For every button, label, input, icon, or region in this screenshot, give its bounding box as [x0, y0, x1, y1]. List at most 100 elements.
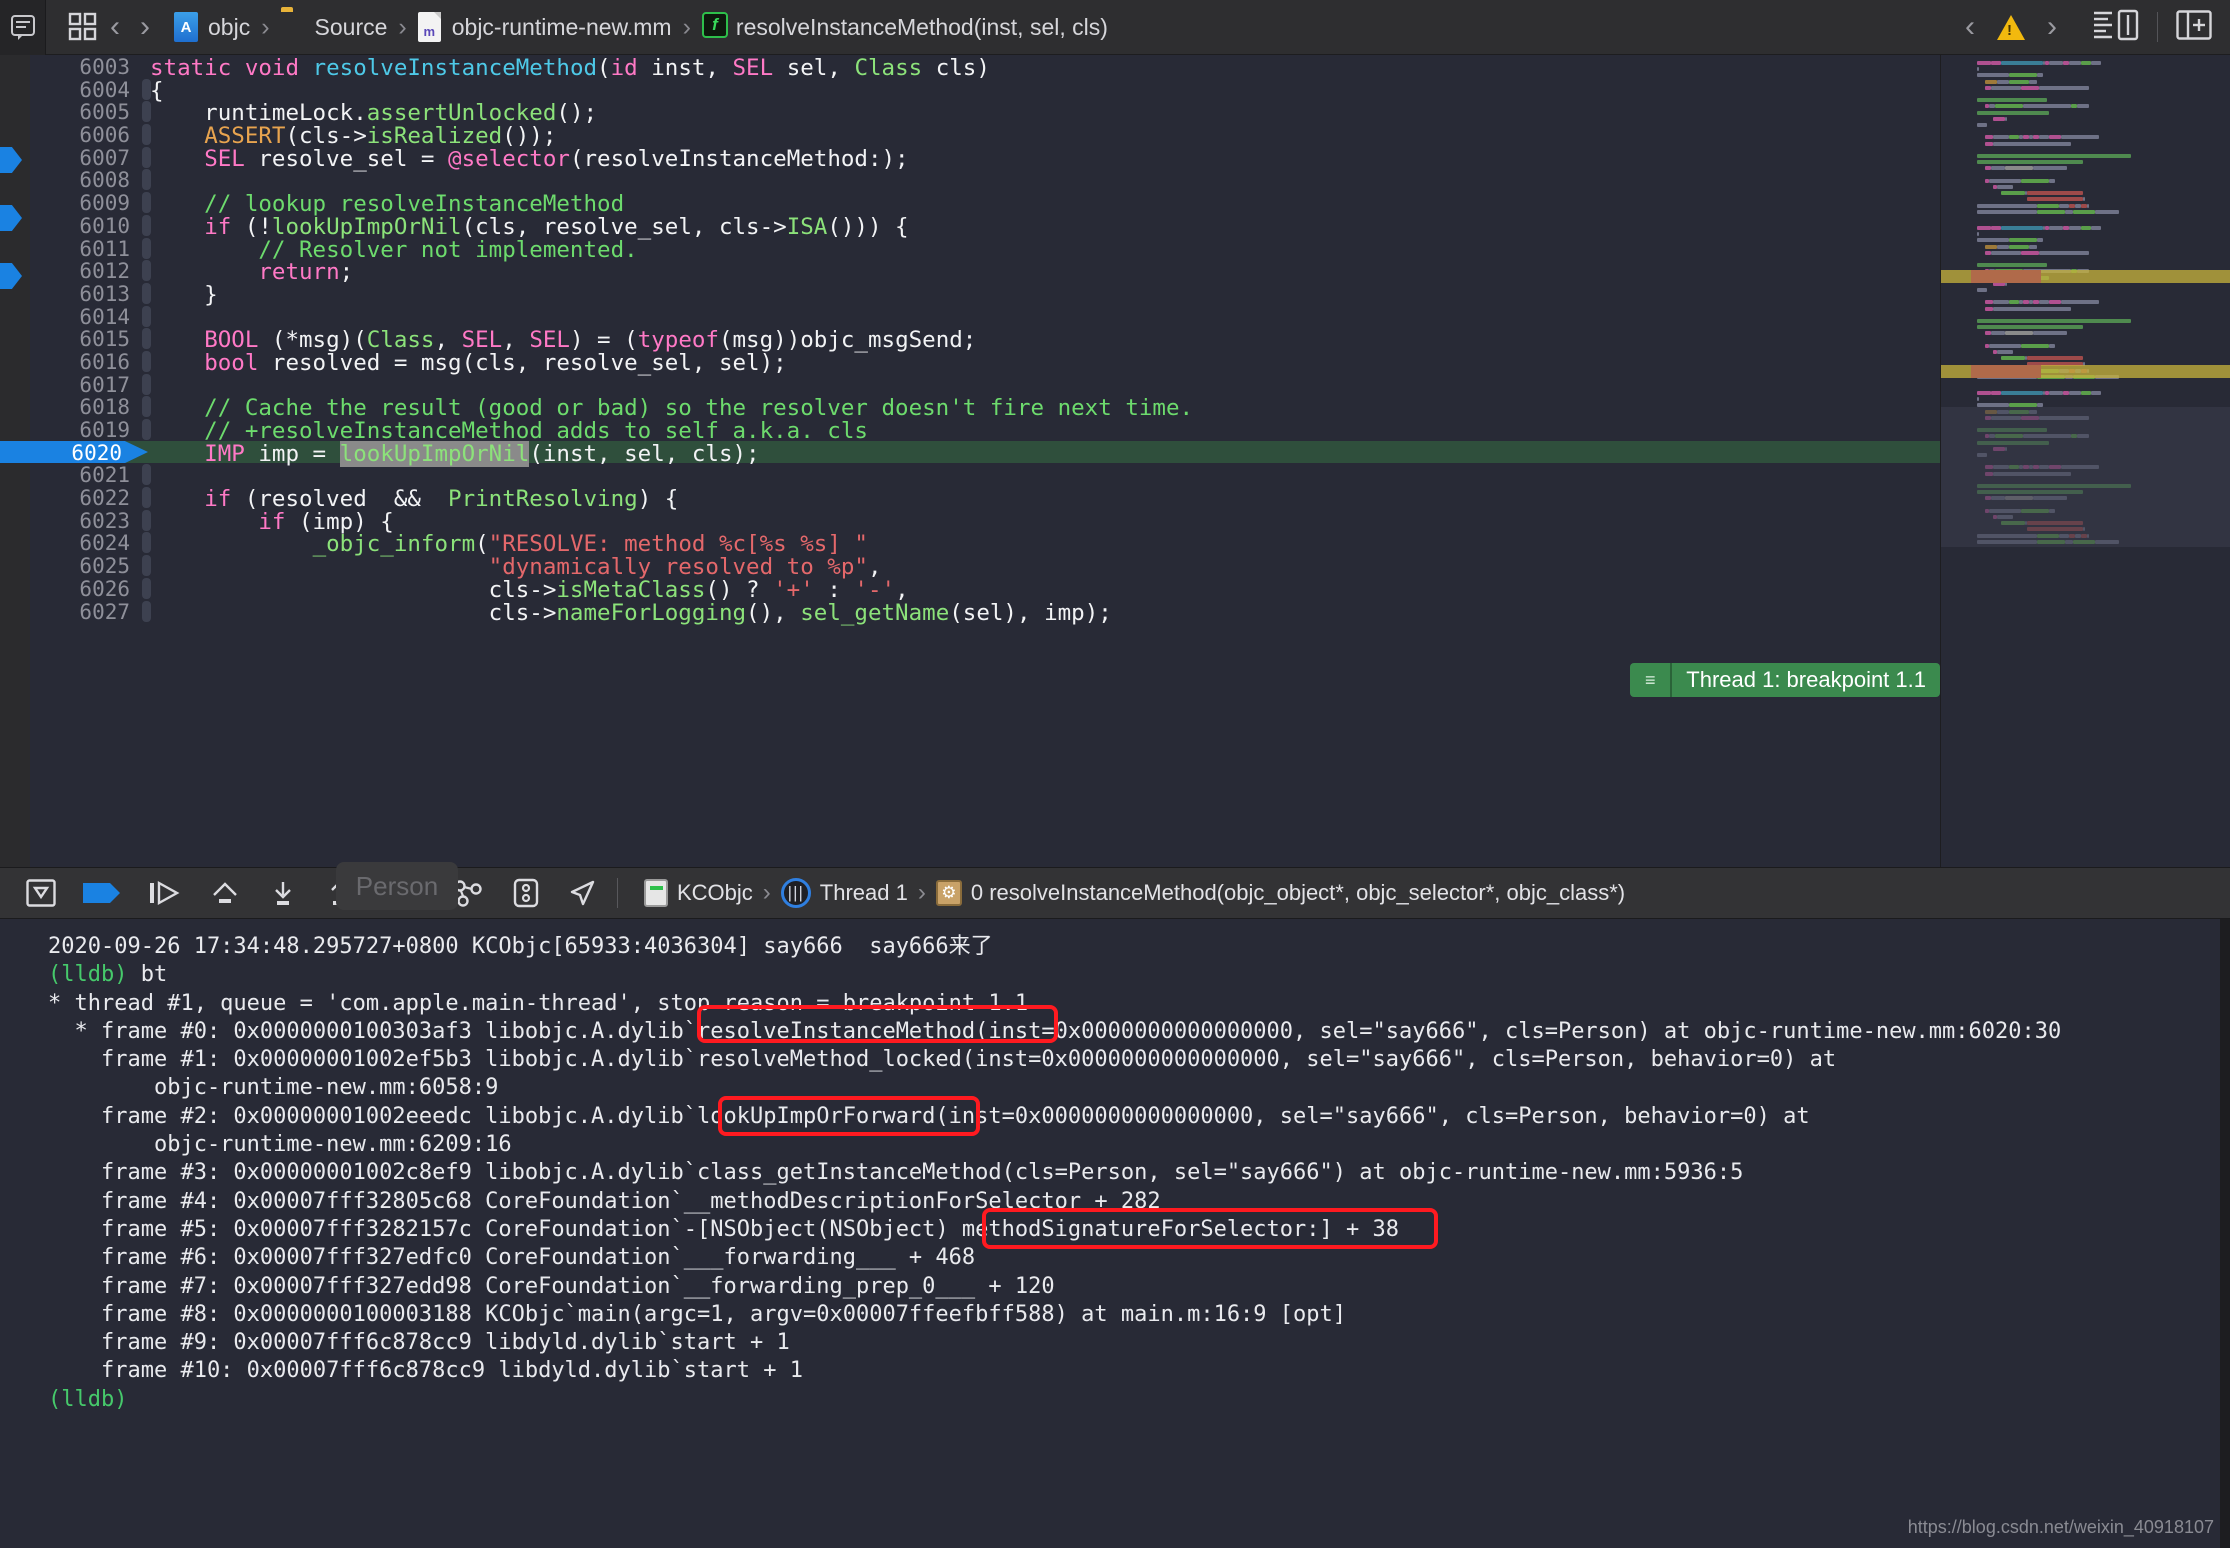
environment-overrides-button[interactable] — [511, 878, 541, 908]
warning-status-button[interactable] — [1997, 14, 2025, 40]
badge-menu-icon[interactable]: ≡ — [1630, 663, 1673, 697]
code-line[interactable]: 6009 // lookup resolveInstanceMethod — [30, 191, 1940, 217]
minimap-line — [1977, 203, 2037, 208]
minimap-line — [2039, 85, 2089, 90]
environment-overrides-icon — [513, 878, 539, 908]
folder-icon — [281, 12, 307, 42]
code-fold-ribbon[interactable] — [142, 169, 151, 191]
breadcrumb-item-file[interactable]: m objc-runtime-new.mm — [417, 12, 672, 42]
code-line[interactable]: 6020 IMP imp = lookUpImpOrNil(inst, sel,… — [0, 440, 1940, 467]
line-number: 6024 — [79, 531, 130, 556]
deactivate-breakpoints-button[interactable] — [82, 879, 122, 907]
code-line[interactable]: 6027 cls->nameForLogging(), sel_getName(… — [30, 600, 1940, 626]
code-fold-ribbon[interactable] — [142, 373, 151, 395]
minimap-line — [2049, 226, 2063, 230]
minimap-line — [2077, 104, 2089, 109]
debug-crumb-frame[interactable]: ⚙ 0 resolveInstanceMethod(objc_object*, … — [935, 880, 1625, 906]
console-line: frame #5: 0x00007fff3282157c CoreFoundat… — [48, 1216, 2230, 1244]
code-line[interactable]: 6006 ASSERT(cls->isRealized()); — [30, 123, 1940, 149]
source-editor[interactable]: 6003 static void resolveInstanceMethod(id… — [0, 55, 2230, 867]
code-line[interactable]: 6005 runtimeLock.assertUnlocked(); — [30, 100, 1940, 126]
step-over-button[interactable] — [208, 879, 242, 907]
minimap-line — [1985, 141, 1993, 146]
code-line[interactable]: 6015 BOOL (*msg)(Class, SEL, SEL) = (typ… — [30, 327, 1940, 353]
code-line[interactable]: 6019 // +resolveInstanceMethod adds to s… — [30, 418, 1940, 444]
current-line-gutter: 6020 — [0, 440, 148, 464]
previous-issue-button[interactable]: ‹ — [1955, 12, 1985, 42]
code-line[interactable]: 6011 // Resolver not implemented. — [30, 237, 1940, 263]
code-line[interactable]: 6013 } — [30, 282, 1940, 308]
code-line[interactable]: 6008 — [30, 168, 1940, 193]
minimap-line — [2049, 343, 2055, 348]
line-number: 6006 — [79, 123, 130, 148]
console-line: frame #2: 0x00000001002eeedc libobjc.A.d… — [48, 1103, 2230, 1131]
code-line[interactable]: 6004{ — [30, 78, 1940, 104]
toolbar-right-group: ‹ › — [1955, 9, 2230, 46]
code-line[interactable]: 6018 // Cache the result (good or bad) s… — [30, 395, 1940, 421]
code-line[interactable]: 6021 — [30, 463, 1940, 487]
code-fold-ribbon[interactable] — [142, 305, 151, 327]
minimap-line — [2039, 300, 2049, 305]
minimap-line — [2027, 197, 2083, 202]
code-line[interactable]: 6022 if (resolved && PrintResolving) { — [30, 486, 1940, 512]
code-line[interactable]: 6024 _objc_inform("RESOLVE: method %c[%s… — [30, 531, 1940, 557]
minimap-line — [1993, 135, 2009, 140]
code-fold-ribbon[interactable] — [142, 464, 151, 486]
code-line[interactable]: 6003 static void resolveInstanceMethod(id… — [30, 55, 1940, 81]
minimap-line — [1991, 250, 2021, 255]
warning-triangle-icon — [1997, 14, 2025, 40]
code-minimap[interactable] — [1940, 55, 2230, 867]
console-scrollbar[interactable] — [2220, 919, 2230, 1548]
code-line[interactable]: 6017 — [30, 373, 1940, 397]
console-line: frame #4: 0x00007fff32805c68 CoreFoundat… — [48, 1188, 2230, 1216]
line-number: 6023 — [79, 508, 130, 533]
minimap-line — [2081, 226, 2091, 230]
console-text: frame #8: 0x0000000100003188 KCObjc`main… — [48, 1301, 1347, 1327]
breadcrumb-separator: › — [398, 12, 407, 41]
code-line[interactable]: 6016 bool resolved = msg(cls, resolve_se… — [30, 350, 1940, 376]
navigator-toggle-button[interactable] — [0, 0, 46, 55]
simulate-location-button[interactable] — [567, 878, 597, 908]
breadcrumb-item-symbol[interactable]: f resolveInstanceMethod(inst, sel, cls) — [701, 12, 1108, 42]
hide-debug-area-button[interactable] — [26, 879, 56, 907]
next-issue-button[interactable]: › — [2037, 12, 2067, 42]
minimap-line — [1991, 391, 2001, 395]
console-output[interactable]: 2020-09-26 17:34:48.295727+0800 KCObjc[6… — [0, 919, 2230, 1548]
minimap-line — [2049, 61, 2063, 65]
breakpoint-marker[interactable] — [0, 147, 22, 173]
minimap-line — [2027, 191, 2083, 196]
line-number: 6018 — [79, 395, 130, 420]
assistant-editor-button[interactable] — [2093, 9, 2139, 46]
xcode-project-icon: A — [174, 12, 200, 42]
code-line[interactable]: 6014 — [30, 304, 1940, 329]
thread-breakpoint-badge[interactable]: ≡ Thread 1: breakpoint 1.1 — [1630, 663, 1940, 697]
minimap-line — [2009, 238, 2037, 243]
minimap-line — [2033, 166, 2067, 171]
debug-crumb-process[interactable]: KCObjc — [644, 879, 753, 907]
line-number: 6014 — [79, 304, 130, 329]
console-text: frame #3: 0x00000001002c8ef9 libobjc.A.d… — [48, 1160, 1744, 1186]
code-line[interactable]: 6026 cls->isMetaClass() ? '+' : '-', — [30, 577, 1940, 603]
code-line[interactable]: 6023 if (imp) { — [30, 508, 1940, 535]
forward-button[interactable]: › — [130, 12, 160, 42]
breadcrumb-item-folder[interactable]: Source — [281, 12, 388, 42]
code-lines[interactable]: 6003 static void resolveInstanceMethod(id… — [0, 55, 1940, 867]
code-line[interactable]: 6012 return; — [30, 259, 1940, 285]
inspector-toggle-button[interactable] — [2176, 9, 2212, 45]
breadcrumb-item-project[interactable]: A objc — [174, 12, 250, 42]
top-toolbar: ‹ › A objc › Source › m objc-runtime-new… — [0, 0, 2230, 55]
code-line[interactable]: 6010 if (!lookUpImpOrNil(cls, resolve_se… — [30, 214, 1940, 240]
back-button[interactable]: ‹ — [100, 12, 130, 42]
breakpoint-marker[interactable] — [0, 263, 22, 289]
grid-layout-button[interactable] — [66, 12, 100, 42]
step-into-button[interactable] — [268, 879, 298, 907]
minimap-viewport[interactable] — [1941, 407, 2230, 547]
code-line[interactable]: 6007 SEL resolve_sel = @selector(resolve… — [30, 146, 1940, 172]
line-number: 6008 — [79, 168, 130, 193]
minimap-line — [1993, 300, 2009, 305]
minimap-warning-band-inner — [1971, 365, 2041, 378]
debug-crumb-thread[interactable]: ||| Thread 1 — [780, 878, 908, 908]
code-line[interactable]: 6025 "dynamically resolved to %p", — [30, 554, 1940, 580]
breakpoint-marker[interactable] — [0, 205, 22, 231]
continue-button[interactable] — [148, 879, 182, 907]
